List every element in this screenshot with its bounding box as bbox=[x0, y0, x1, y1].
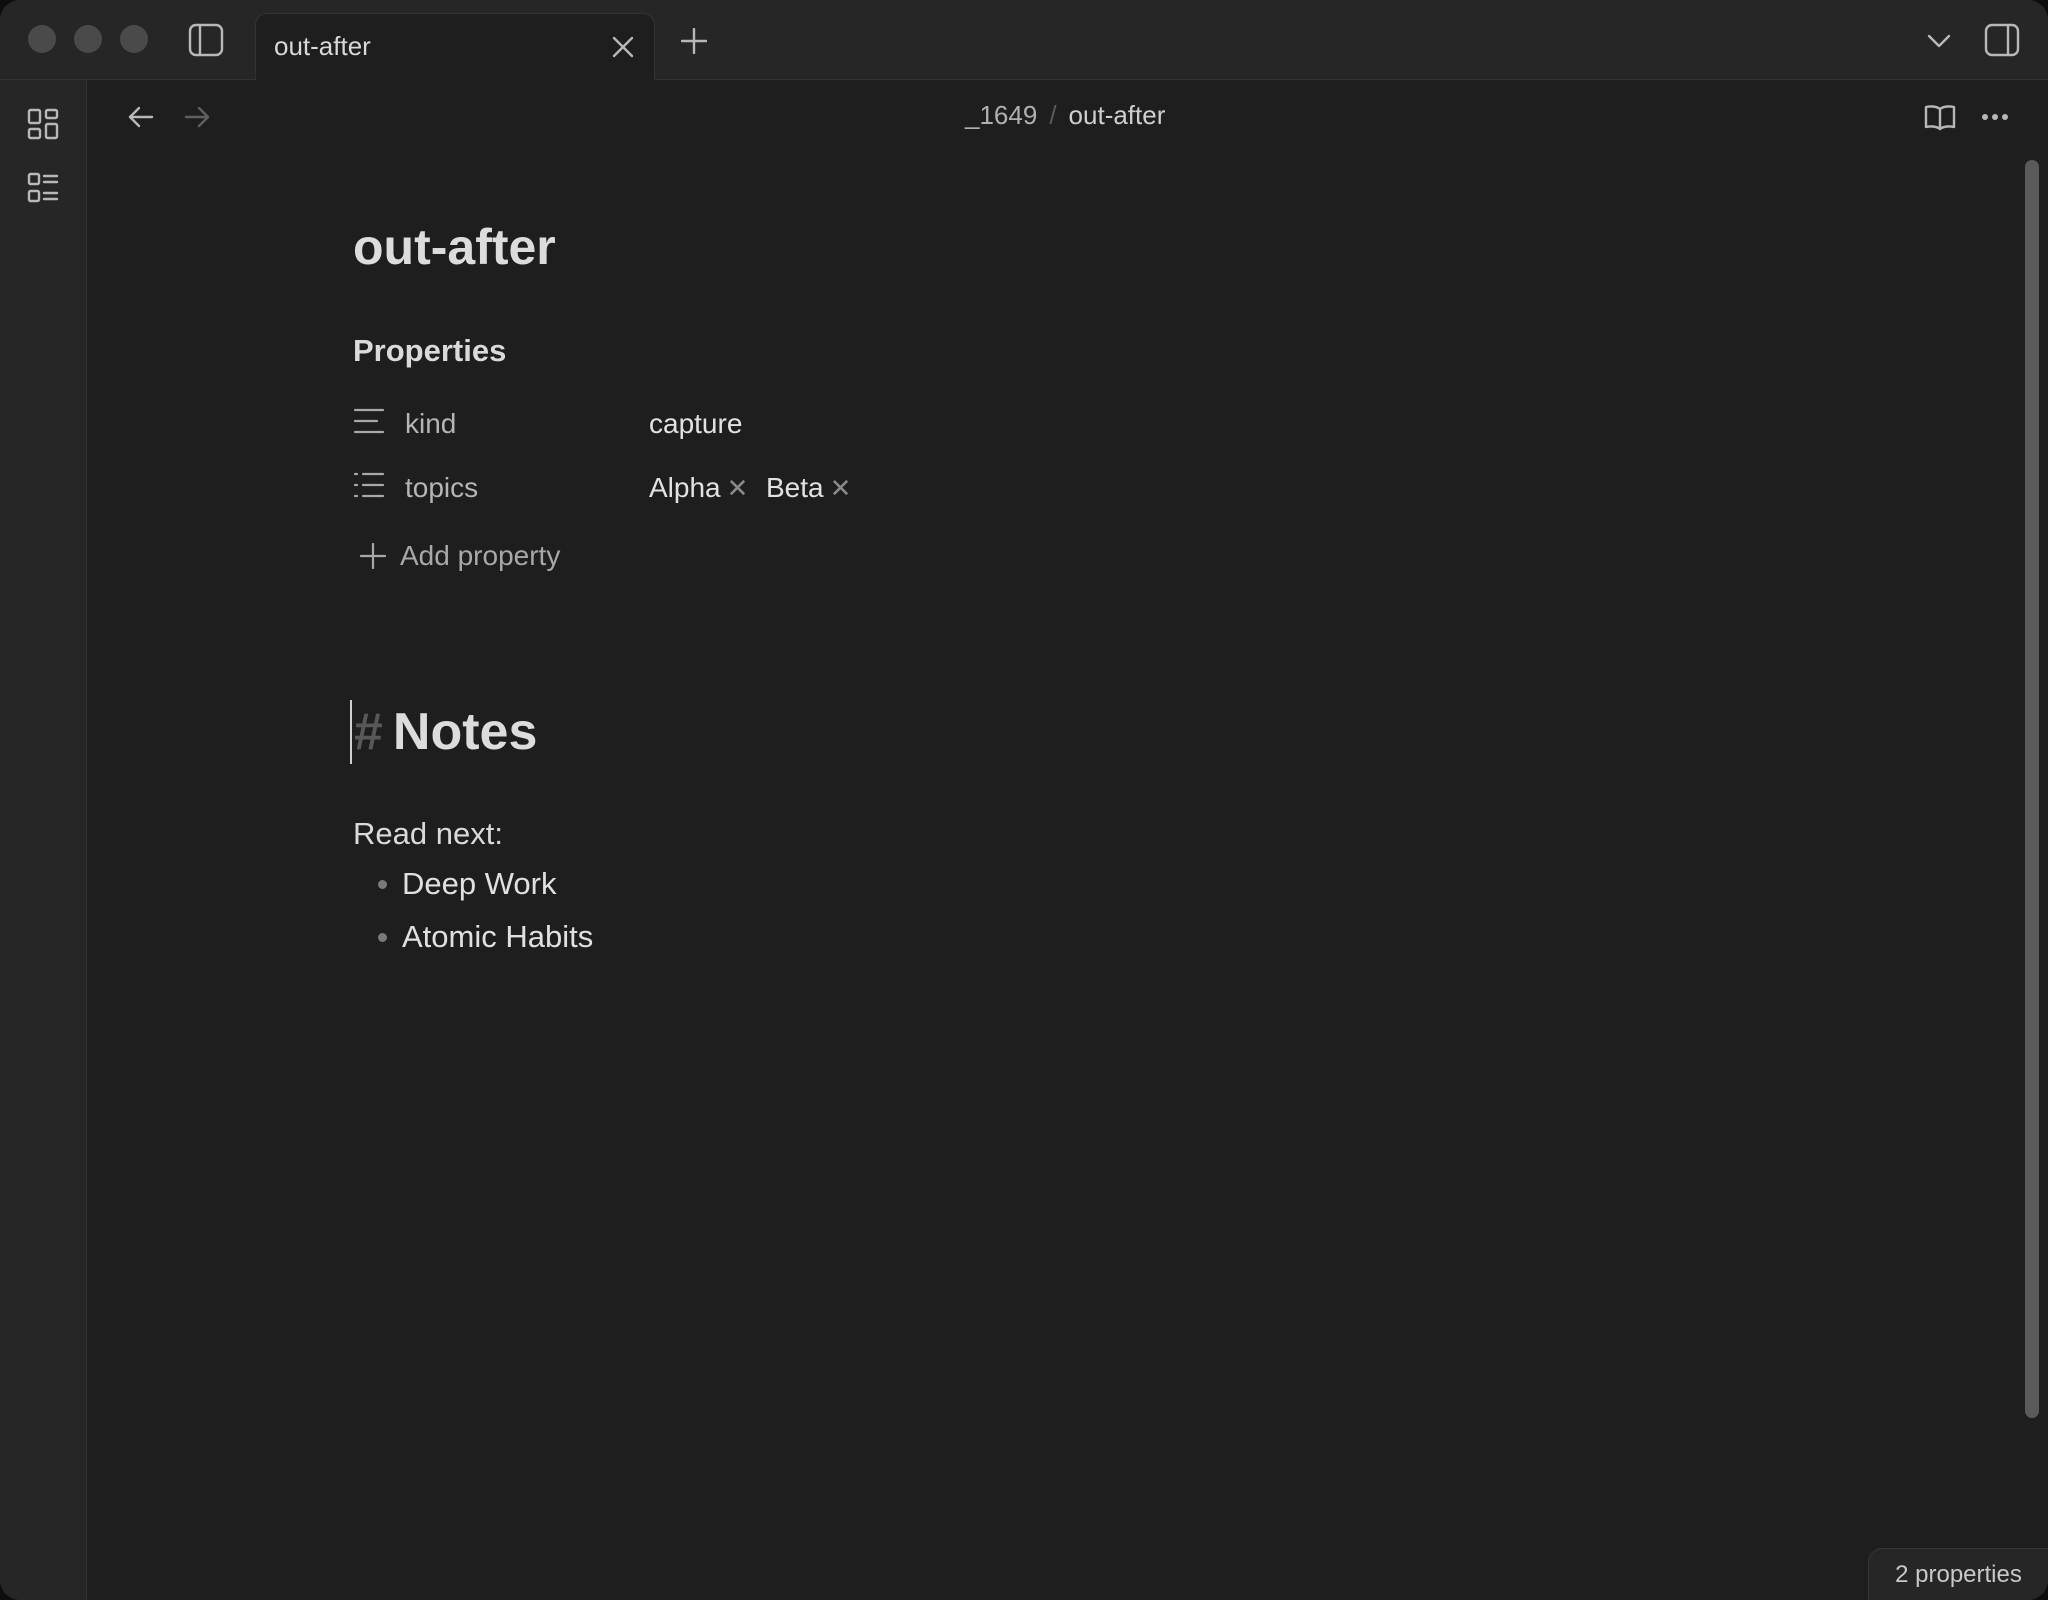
outline-list-icon[interactable] bbox=[24, 169, 62, 207]
back-arrow-icon[interactable] bbox=[124, 102, 158, 132]
dashboard-grid-icon[interactable] bbox=[24, 105, 62, 143]
heading-text: Notes bbox=[392, 703, 538, 761]
text-lines-icon[interactable] bbox=[353, 406, 385, 441]
tag-label: Beta bbox=[766, 472, 824, 503]
toggle-left-sidebar-icon[interactable] bbox=[186, 20, 226, 60]
breadcrumb-separator: / bbox=[1049, 100, 1057, 130]
app-window: out-after _1649 / out-after out-after Pr… bbox=[0, 0, 2048, 1600]
toggle-right-sidebar-icon[interactable] bbox=[1982, 20, 2022, 60]
title-bar: out-after bbox=[0, 0, 2048, 80]
paragraph[interactable]: Read next: bbox=[353, 816, 503, 852]
new-tab-icon[interactable] bbox=[677, 24, 711, 58]
heading-marker: # bbox=[354, 703, 383, 761]
left-ribbon bbox=[0, 80, 87, 1600]
close-window-button[interactable] bbox=[28, 25, 56, 53]
tab-list-chevron-down-icon[interactable] bbox=[1922, 26, 1956, 56]
property-row-kind: kind capture bbox=[353, 398, 953, 448]
forward-arrow-icon[interactable] bbox=[180, 102, 214, 132]
breadcrumb-current-note[interactable]: out-after bbox=[1069, 100, 1166, 131]
tab-label: out-after bbox=[274, 31, 371, 61]
heading-notes[interactable]: # Notes bbox=[350, 700, 537, 764]
list-item[interactable]: Atomic Habits bbox=[378, 919, 593, 955]
more-options-icon[interactable] bbox=[1978, 104, 2012, 130]
zoom-window-button[interactable] bbox=[120, 25, 148, 53]
list-item[interactable]: Deep Work bbox=[378, 866, 557, 902]
note-title[interactable]: out-after bbox=[353, 218, 556, 276]
reading-view-book-icon[interactable] bbox=[1922, 100, 1958, 134]
scrollbar[interactable] bbox=[2025, 160, 2039, 1418]
tab-out-after[interactable]: out-after bbox=[255, 13, 655, 80]
properties-heading[interactable]: Properties bbox=[353, 333, 506, 369]
breadcrumb: _1649 / out-after bbox=[965, 100, 1165, 131]
remove-tag-icon[interactable]: ✕ bbox=[830, 473, 852, 504]
add-property-label: Add property bbox=[400, 540, 561, 571]
property-key[interactable]: topics bbox=[405, 472, 478, 504]
list-item-text: Atomic Habits bbox=[402, 919, 594, 954]
bullet-icon bbox=[378, 932, 387, 942]
status-bar-properties-count[interactable]: 2 properties bbox=[1868, 1548, 2048, 1600]
tag-label: Alpha bbox=[649, 472, 721, 503]
bullet-icon bbox=[378, 879, 387, 889]
property-value[interactable]: capture bbox=[649, 408, 742, 440]
property-key[interactable]: kind bbox=[405, 408, 456, 440]
breadcrumb-folder[interactable]: _1649 bbox=[965, 100, 1037, 131]
close-tab-icon[interactable] bbox=[608, 32, 638, 62]
property-row-topics: topics Alpha ✕ Beta ✕ bbox=[353, 462, 953, 512]
text-cursor bbox=[350, 700, 352, 764]
remove-tag-icon[interactable]: ✕ bbox=[727, 473, 749, 504]
minimize-window-button[interactable] bbox=[74, 25, 102, 53]
list-icon[interactable] bbox=[353, 470, 385, 505]
tag-pill[interactable]: Beta ✕ bbox=[766, 472, 851, 504]
add-property-button[interactable]: Add property bbox=[360, 540, 560, 572]
plus-icon bbox=[360, 543, 386, 569]
tag-pill[interactable]: Alpha ✕ bbox=[649, 472, 748, 504]
list-item-text: Deep Work bbox=[402, 866, 557, 901]
